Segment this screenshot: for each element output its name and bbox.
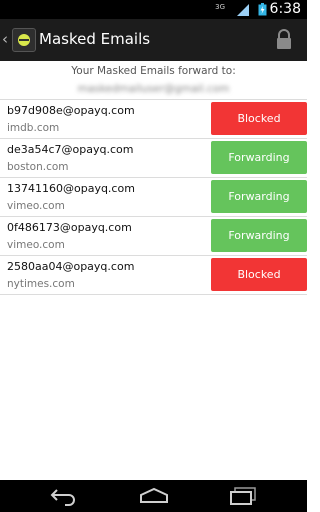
forwarding-info: Your Masked Emails forward to: maskedmai…: [0, 61, 307, 100]
masked-email-domain: vimeo.com: [7, 239, 65, 251]
masked-email-address: b97d908e@opayq.com: [7, 104, 135, 117]
network-type: 3G: [215, 3, 225, 11]
status-toggle-button[interactable]: Forwarding: [211, 219, 307, 252]
masked-email-address: 13741160@opayq.com: [7, 182, 135, 195]
status-toggle-button[interactable]: Forwarding: [211, 141, 307, 174]
status-bar: 3G 6:38: [0, 0, 307, 19]
battery-icon: [258, 3, 267, 16]
home-icon[interactable]: [138, 486, 170, 506]
masked-email-list: b97d908e@opayq.com imdb.com Blocked de3a…: [0, 100, 307, 295]
chevron-left-icon[interactable]: ‹: [2, 30, 8, 48]
recent-apps-icon[interactable]: [228, 486, 258, 506]
masked-email-address: 0f486173@opayq.com: [7, 221, 132, 234]
list-item[interactable]: 2580aa04@opayq.com nytimes.com Blocked: [0, 256, 307, 295]
navigation-bar: [0, 480, 307, 512]
back-arrow-icon[interactable]: [49, 486, 79, 506]
forward-address: maskedmailuser@gmail.com: [77, 83, 230, 95]
clock: 6:38: [269, 1, 301, 17]
masked-email-domain: boston.com: [7, 161, 69, 173]
status-toggle-button[interactable]: Blocked: [211, 102, 307, 135]
list-item[interactable]: 0f486173@opayq.com vimeo.com Forwarding: [0, 217, 307, 256]
status-toggle-button[interactable]: Forwarding: [211, 180, 307, 213]
masked-email-address: de3a54c7@opayq.com: [7, 143, 134, 156]
action-bar: ‹ Masked Emails: [0, 19, 307, 61]
masked-email-address: 2580aa04@opayq.com: [7, 260, 135, 273]
lock-icon[interactable]: [275, 29, 293, 49]
signal-icon: [237, 4, 249, 16]
list-item[interactable]: 13741160@opayq.com vimeo.com Forwarding: [0, 178, 307, 217]
masked-email-domain: vimeo.com: [7, 200, 65, 212]
page-title: Masked Emails: [39, 30, 151, 48]
forward-caption: Your Masked Emails forward to:: [71, 65, 236, 77]
list-item[interactable]: de3a54c7@opayq.com boston.com Forwarding: [0, 139, 307, 178]
masked-email-domain: imdb.com: [7, 122, 60, 134]
masked-email-domain: nytimes.com: [7, 278, 75, 290]
status-toggle-button[interactable]: Blocked: [211, 258, 307, 291]
list-item[interactable]: b97d908e@opayq.com imdb.com Blocked: [0, 100, 307, 139]
app-logo-icon[interactable]: [12, 28, 36, 52]
